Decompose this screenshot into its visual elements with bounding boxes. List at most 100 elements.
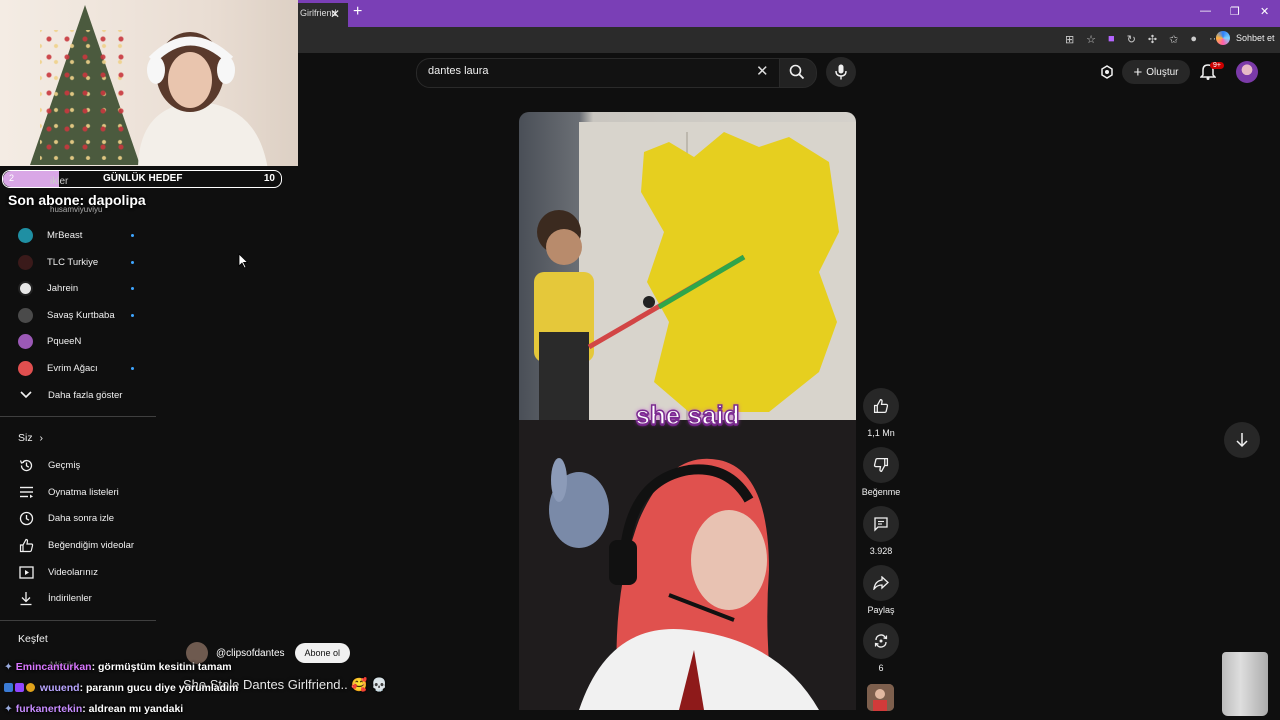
extension-icon[interactable]: ■ [1108, 33, 1115, 46]
channel-name: TLC Turkiye [47, 256, 99, 268]
you-section-title[interactable]: Siz › [18, 432, 43, 444]
dislike-button[interactable]: Beğenme [861, 447, 901, 497]
new-content-dot [131, 234, 134, 237]
chat-message: wuuend: paranın gucu diye yorumladım [4, 682, 238, 694]
new-tab-icon[interactable]: + [353, 3, 362, 21]
sidebar-divider [0, 620, 156, 621]
video-icon [18, 564, 34, 580]
profile-icon[interactable]: ● [1190, 33, 1197, 46]
next-video-button[interactable] [1224, 422, 1260, 458]
comment-icon [863, 506, 899, 542]
chat-badge-icon: ✦ [4, 661, 13, 673]
channel-name: Evrim Ağacı [47, 362, 98, 374]
dislike-icon [863, 447, 899, 483]
chat-badge-icon [15, 683, 24, 692]
close-window-icon[interactable]: ✕ [1260, 5, 1269, 18]
chat-text: : paranın gucu diye yorumladım [79, 682, 239, 694]
sidebar-item-history[interactable]: Geçmiş [18, 455, 80, 475]
favorite-icon[interactable]: ☆ [1086, 33, 1096, 46]
channel-avatar [18, 227, 33, 243]
show-more-button[interactable]: Daha fazla göster [18, 385, 122, 405]
sidebar-item-playlists[interactable]: Oynatma listeleri [18, 482, 119, 502]
app-icon[interactable]: ⊞ [1065, 33, 1074, 46]
new-content-dot [131, 261, 134, 264]
chat-username: wuuend [39, 682, 80, 694]
clear-search-icon[interactable]: ✕ [756, 62, 769, 80]
chevron-right-icon: › [39, 432, 44, 444]
chat-text: : aldrean mı yandaki [82, 703, 184, 715]
close-tab-icon[interactable]: ✕ [330, 7, 340, 21]
channel-name: Savaş Kurtbaba [47, 309, 115, 321]
item-label: Oynatma listeleri [48, 486, 119, 498]
you-title-label: Siz [18, 432, 33, 444]
browser-tab[interactable]: Girlfriend [298, 3, 348, 27]
channel-avatar [18, 280, 33, 296]
sidebar-item-watch-later[interactable]: Daha sonra izle [18, 508, 114, 528]
item-label: Beğendiğim videolar [48, 539, 135, 551]
subscribe-button[interactable]: Abone ol [294, 643, 351, 663]
create-button[interactable]: + Oluştur [1122, 60, 1190, 84]
remix-count: 6 [878, 663, 884, 673]
cup-overlay [1222, 652, 1268, 716]
copilot-icon [1216, 31, 1230, 45]
item-label: Daha sonra izle [48, 512, 115, 524]
chat-username: furkanertekin [15, 703, 83, 715]
share-icon [863, 565, 899, 601]
sidebar-item-tlc-turkiye[interactable]: TLC Turkiye [18, 252, 98, 272]
sound-thumbnail[interactable] [867, 684, 894, 711]
goal-current: 2 [9, 173, 15, 183]
browser-toolbar: ⊞ ☆ ■ ↻ ✣ ✩ ● ··· [1065, 33, 1220, 46]
cast-icon[interactable] [1100, 65, 1114, 79]
favorites-bar-icon[interactable]: ✩ [1169, 33, 1178, 46]
channel-avatar [18, 360, 33, 376]
mic-icon [835, 64, 847, 80]
channel-handle[interactable]: @clipsofdantes [216, 648, 285, 659]
remix-button[interactable]: 6 [861, 623, 901, 673]
comments-button[interactable]: 3.928 [861, 506, 901, 556]
channel-avatar [18, 307, 33, 323]
share-label: Paylaş [867, 605, 895, 615]
search-button[interactable] [779, 58, 817, 88]
like-icon [18, 537, 34, 553]
sidebar-item-downloads[interactable]: İndirilenler [18, 588, 92, 608]
search-input[interactable]: dantes laura [428, 65, 489, 77]
refresh-extension-icon[interactable]: ↻ [1127, 33, 1136, 46]
voice-search-button[interactable] [826, 57, 856, 87]
channel-avatar [18, 254, 33, 270]
like-icon [863, 388, 899, 424]
avatar[interactable] [1236, 61, 1258, 83]
short-video-player[interactable]: she said [519, 112, 856, 710]
search-icon [789, 64, 805, 80]
copilot-button[interactable]: Sohbet et [1216, 31, 1275, 45]
arrow-down-icon [1236, 433, 1248, 448]
restore-icon[interactable]: ❐ [1230, 5, 1240, 18]
sidebar-item-evrim-agaci[interactable]: Evrim Ağacı [18, 358, 98, 378]
sidebar-item-jahrein[interactable]: Jahrein [18, 278, 78, 298]
painting-scene [534, 122, 856, 420]
chat-badge-icon: ✦ [4, 703, 13, 715]
minimize-icon[interactable]: — [1200, 5, 1211, 17]
notification-badge: 9+ [1210, 62, 1224, 69]
sidebar-item-partial[interactable]: husamviyuviyu [50, 199, 102, 219]
chat-badge-icon [26, 683, 35, 692]
sidebar-item-liked-videos[interactable]: Beğendiğim videolar [18, 535, 134, 555]
sidebar-item-your-videos[interactable]: Videolarınız [18, 562, 98, 582]
sidebar-item-mrbeast[interactable]: MrBeast [18, 225, 82, 245]
channel-name: PqueeN [47, 335, 82, 347]
webcam-overlay [0, 0, 298, 166]
sidebar-item-pqueen[interactable]: PqueeN [18, 331, 81, 351]
chevron-down-icon [18, 387, 34, 403]
puzzle-icon[interactable]: ✣ [1148, 33, 1157, 46]
comment-count: 3.928 [869, 546, 893, 556]
subscriptions-title-partial: ikler [50, 176, 69, 187]
like-button[interactable]: 1,1 Mn [861, 388, 901, 438]
create-label: Oluştur [1146, 66, 1179, 78]
history-icon [18, 457, 34, 473]
item-label: Videolarınız [48, 566, 98, 578]
sidebar-item-savas-kurtbaba[interactable]: Savaş Kurtbaba [18, 305, 115, 325]
video-bottom-frame [519, 420, 856, 710]
new-content-dot [131, 367, 134, 370]
chat-message: ✦ Emincanturkan: görmüştüm kesitini tama… [4, 661, 232, 673]
plus-icon: + [1133, 63, 1143, 81]
share-button[interactable]: Paylaş [861, 565, 901, 615]
